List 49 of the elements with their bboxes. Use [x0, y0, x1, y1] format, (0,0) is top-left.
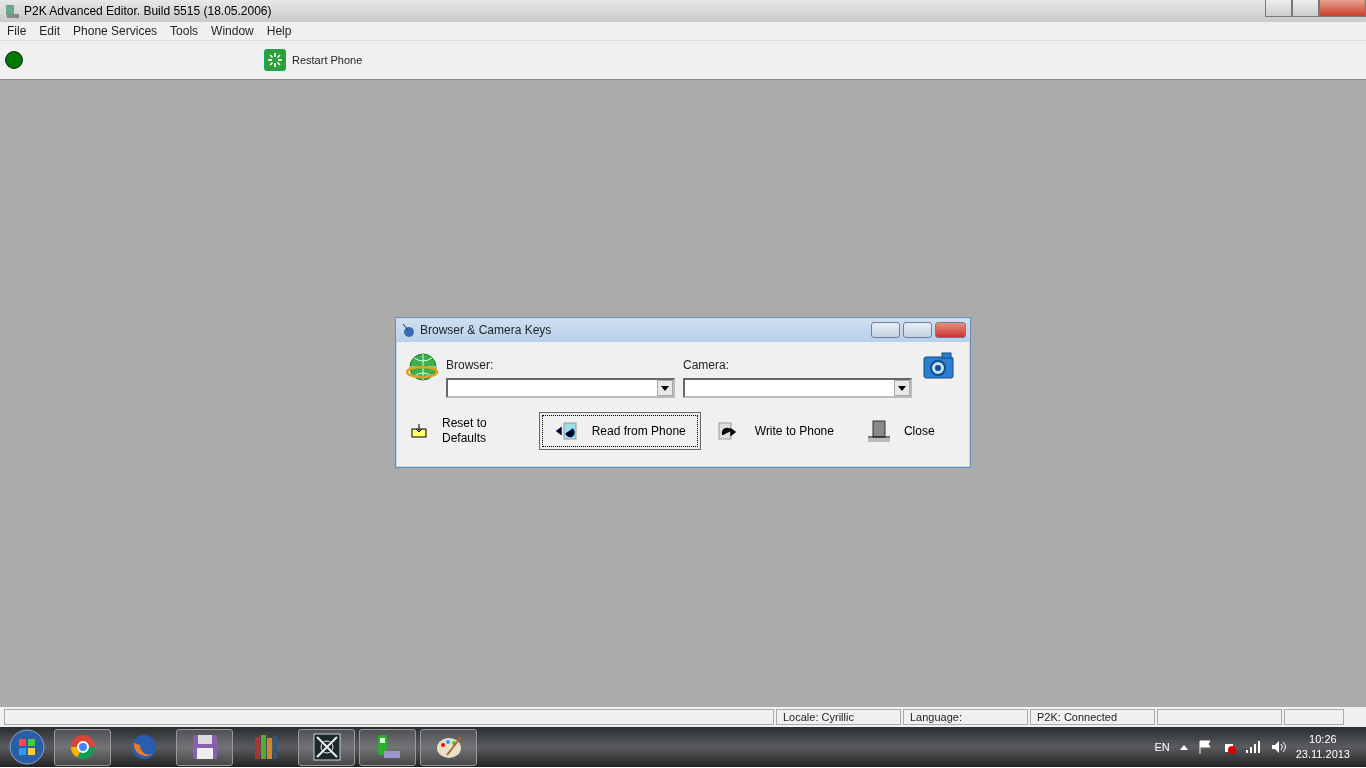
status-panel: [1284, 709, 1344, 725]
close-button[interactable]: Close: [861, 416, 941, 446]
signal-icon[interactable]: [1245, 741, 1262, 753]
dropdown-field[interactable]: [683, 378, 912, 398]
taskbar-button[interactable]: [359, 728, 416, 766]
maximize-button[interactable]: [1292, 0, 1319, 17]
reset-icon: [410, 423, 428, 439]
clock-date[interactable]: 23.11.2013: [1295, 747, 1350, 762]
field-label: Browser:: [446, 357, 495, 374]
maximize-button[interactable]: [903, 322, 932, 338]
menu-item[interactable]: Tools: [165, 22, 207, 40]
restart-phone-button[interactable]: Restart Phone: [264, 49, 363, 71]
dropdown-arrow-icon: [898, 385, 906, 391]
status-panel: Locale: Cyrillic: [776, 709, 901, 725]
window-title: P2K Advanced Editor. Build 5515 (18.05.2006): [24, 3, 272, 20]
taskbar-button[interactable]: [54, 728, 111, 766]
menu-item[interactable]: Window: [206, 22, 262, 40]
cross-swords-icon: [312, 733, 341, 761]
write-button[interactable]: Write to Phone: [710, 417, 840, 445]
flag-icon[interactable]: [1197, 740, 1212, 754]
app-icon: [4, 3, 20, 19]
status-panel: P2K: Connected: [1030, 709, 1155, 725]
globe-icon: [406, 352, 440, 384]
menu-item[interactable]: Edit: [34, 22, 69, 40]
show-hidden-icons-icon[interactable]: [1179, 744, 1188, 750]
menu-item[interactable]: Phone Services: [68, 22, 166, 40]
minimize-button[interactable]: [871, 322, 900, 338]
menu-item[interactable]: Help: [261, 22, 300, 40]
camera-icon: [923, 352, 954, 379]
dialog-title: Browser & Camera Keys: [420, 322, 552, 339]
status-panel: Language:: [903, 709, 1028, 725]
door-icon: [867, 420, 890, 442]
menu-item[interactable]: File: [2, 22, 35, 40]
browser-icon: [68, 733, 97, 761]
reset-button[interactable]: Reset to Defaults: [404, 412, 493, 450]
restart-icon: [264, 49, 286, 71]
taskbar-button[interactable]: [420, 728, 477, 766]
read-icon: [553, 421, 578, 441]
language-indicator[interactable]: EN: [1154, 738, 1170, 756]
speaker-icon[interactable]: [1271, 741, 1286, 753]
read-button[interactable]: Read from Phone: [538, 412, 701, 450]
minimize-button[interactable]: [1265, 0, 1292, 17]
taskbar-button[interactable]: [176, 728, 233, 766]
clock-time[interactable]: 10:26: [1309, 732, 1337, 747]
fox-globe-icon: [129, 733, 158, 761]
dropdown-arrow-icon: [661, 385, 669, 391]
field-label: Camera:: [683, 357, 730, 374]
taskbar-button[interactable]: [298, 728, 355, 766]
dropdown-field[interactable]: [446, 378, 675, 398]
